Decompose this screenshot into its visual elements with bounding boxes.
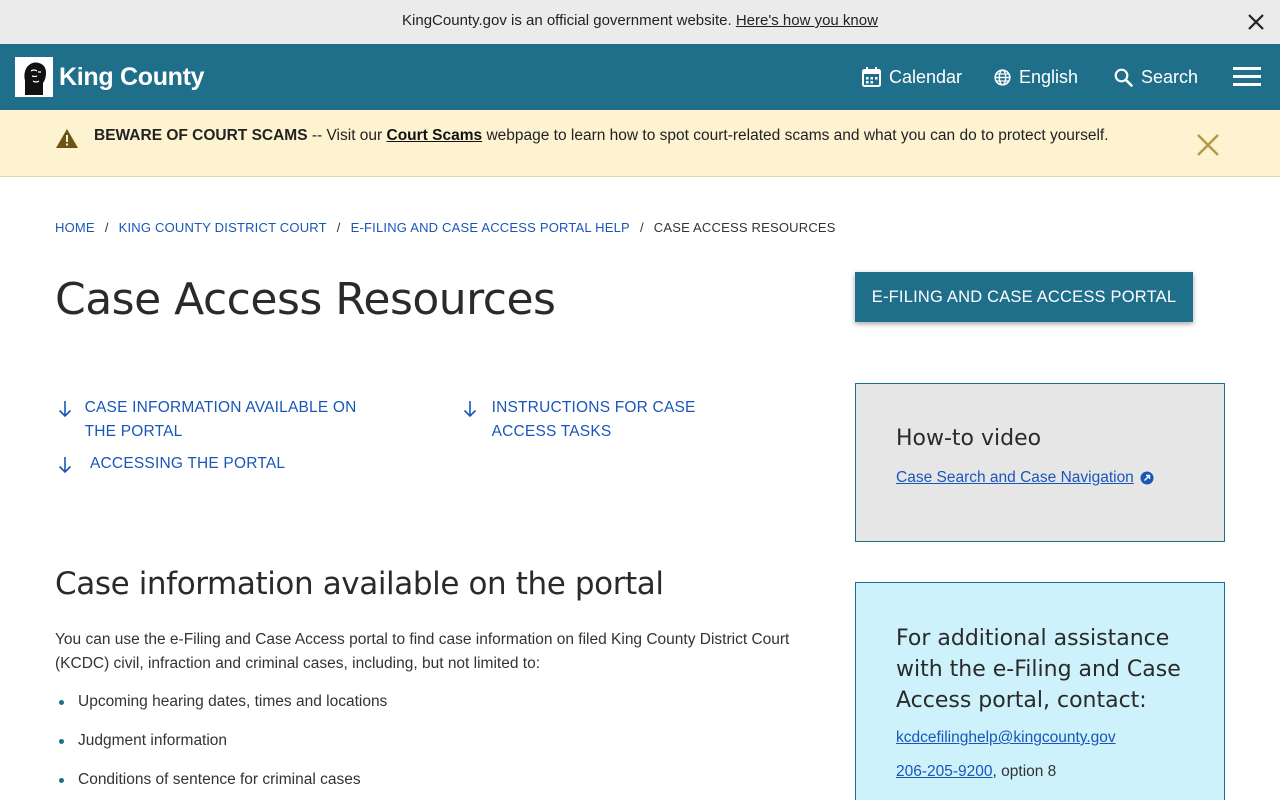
arrow-down-icon [58, 456, 78, 482]
breadcrumb-current: CASE ACCESS RESOURCES [653, 220, 836, 235]
phone-line: 206-205-9200, option 8 [896, 763, 1056, 781]
search-icon [1114, 68, 1133, 87]
section-body: You can use the e-Filing and Case Access… [55, 631, 790, 672]
nav-search-label: Search [1141, 66, 1199, 87]
court-scams-link[interactable]: Court Scams [387, 127, 483, 144]
breadcrumb-home[interactable]: HOME [55, 220, 95, 235]
help-email-link[interactable]: kcdcefilinghelp@kingcounty.gov [896, 729, 1116, 747]
court-scams-alert: BEWARE OF COURT SCAMS -- Visit our Court… [0, 110, 1280, 177]
nav-calendar-label: Calendar [889, 66, 963, 87]
jump-link-case-information[interactable]: CASE INFORMATION AVAILABLE ON THE PORTAL [58, 396, 358, 444]
breadcrumb: HOME / KING COUNTY DISTRICT COURT / E-FI… [55, 220, 836, 235]
section-title: Case information available on the portal [55, 566, 664, 602]
alert-pre-link: -- Visit our [307, 127, 387, 144]
phone-suffix: , option 8 [992, 763, 1057, 780]
help-phone-link[interactable]: 206-205-9200 [896, 763, 993, 780]
gov-banner-close-icon[interactable] [1246, 12, 1266, 32]
jump-link-label: ACCESSING THE PORTAL [90, 455, 286, 472]
jump-link-label: CASE INFORMATION AVAILABLE ON THE PORTAL [84, 399, 357, 440]
breadcrumb-separator: / [104, 220, 109, 235]
warning-icon [55, 128, 79, 154]
alert-message: BEWARE OF COURT SCAMS -- Visit our Court… [94, 127, 1109, 145]
breadcrumb-separator: / [639, 220, 644, 235]
jump-link-accessing-portal[interactable]: ACCESSING THE PORTAL [58, 452, 358, 482]
calendar-icon [862, 67, 881, 87]
arrow-down-icon [463, 400, 480, 426]
list-item: Conditions of sentence for criminal case… [55, 768, 387, 800]
assistance-box: For additional assistance with the e-Fil… [855, 582, 1225, 800]
video-link-label: Case Search and Case Navigation [896, 469, 1134, 486]
video-box-title: How-to video [896, 426, 1042, 451]
list-item: Upcoming hearing dates, times and locati… [55, 690, 387, 729]
logo-text: King County [59, 62, 205, 91]
alert-title: BEWARE OF COURT SCAMS [94, 127, 308, 144]
case-info-list: Upcoming hearing dates, times and locati… [55, 690, 387, 800]
king-county-logo[interactable]: King County [15, 57, 205, 97]
nav-language-label: English [1019, 66, 1079, 87]
external-link-icon [1140, 471, 1154, 485]
gov-banner: KingCounty.gov is an official government… [0, 0, 1280, 44]
breadcrumb-portal-help[interactable]: E-FILING AND CASE ACCESS PORTAL HELP [351, 220, 630, 235]
nav-search[interactable]: Search [1114, 66, 1198, 88]
alert-close-icon[interactable] [1196, 133, 1220, 157]
arrow-down-icon [58, 400, 73, 426]
heres-how-you-know-link[interactable]: Here's how you know [736, 12, 878, 29]
how-to-video-box: How-to video Case Search and Case Naviga… [855, 383, 1225, 542]
alert-post-link: webpage to learn how to spot court-relat… [482, 127, 1109, 144]
gov-banner-message: KingCounty.gov is an official government… [402, 12, 732, 29]
case-search-video-link[interactable]: Case Search and Case Navigation [896, 469, 1154, 487]
menu-hamburger-icon[interactable] [1233, 67, 1261, 89]
breadcrumb-district-court[interactable]: KING COUNTY DISTRICT COURT [119, 220, 327, 235]
mlk-logo-icon [15, 57, 53, 97]
efiling-portal-button[interactable]: E-FILING AND CASE ACCESS PORTAL [855, 272, 1193, 322]
nav-calendar[interactable]: Calendar [862, 66, 962, 88]
assistance-title: For additional assistance with the e-Fil… [896, 626, 1181, 713]
site-header: King County Calendar English Search [0, 44, 1280, 110]
jump-link-instructions[interactable]: INSTRUCTIONS FOR CASE ACCESS TASKS [463, 396, 763, 444]
gov-banner-text: KingCounty.gov is an official government… [0, 12, 1280, 29]
breadcrumb-separator: / [336, 220, 341, 235]
page-title: Case Access Resources [55, 274, 556, 325]
list-item: Judgment information [55, 729, 387, 768]
nav-language[interactable]: English [994, 66, 1078, 88]
globe-icon [994, 68, 1011, 86]
jump-link-label: INSTRUCTIONS FOR CASE ACCESS TASKS [491, 399, 696, 440]
